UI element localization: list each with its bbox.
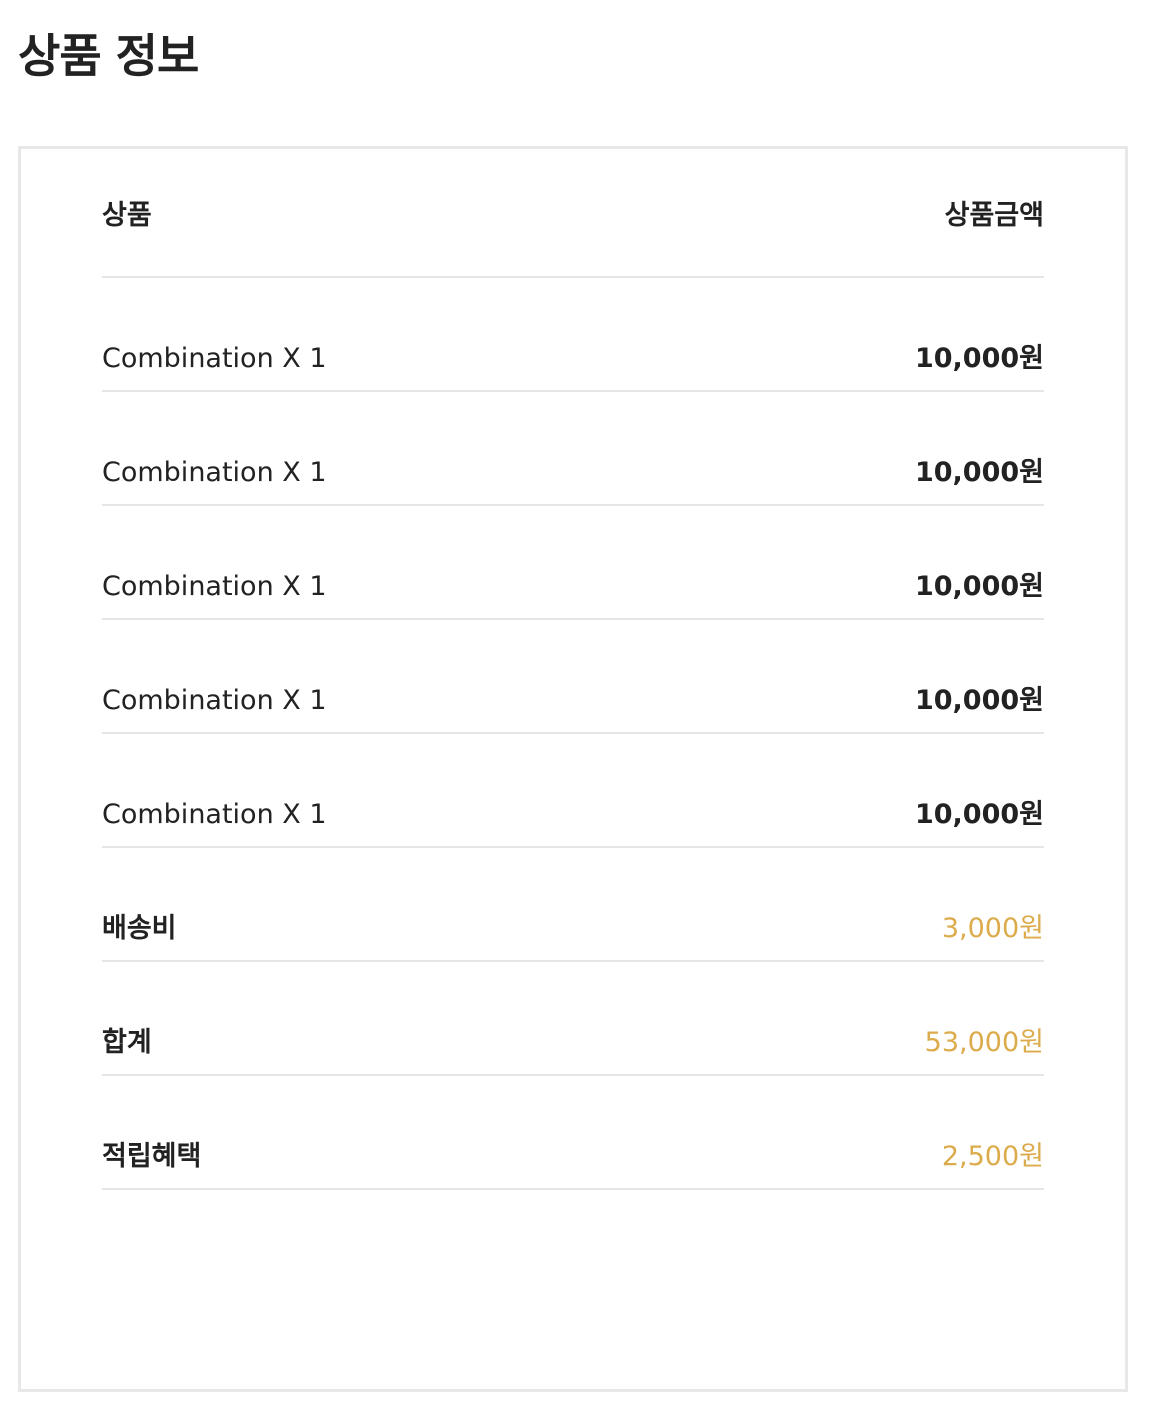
points-value: 2,500원 [941,1141,1044,1172]
item-price: 10,000원 [914,457,1044,488]
header-product: 상품 [102,200,152,231]
points-label: 적립혜택 [102,1141,202,1172]
shipping-label: 배송비 [102,913,177,944]
shipping-value: 3,000원 [941,913,1044,944]
item-name: Combination X 1 [102,685,327,716]
item-price: 10,000원 [914,571,1044,602]
item-name: Combination X 1 [102,571,327,602]
page-title: 상품 정보 [18,29,199,83]
shipping-row: 배송비 3,000원 [102,848,1044,962]
table-row: Combination X 1 10,000원 [102,506,1044,620]
item-name: Combination X 1 [102,343,327,374]
item-price: 10,000원 [914,799,1044,830]
product-info-panel: 상품 상품금액 Combination X 1 10,000원 Combinat… [18,146,1128,1392]
table-row: Combination X 1 10,000원 [102,278,1044,392]
item-name: Combination X 1 [102,799,327,830]
item-price: 10,000원 [914,343,1044,374]
table-row: Combination X 1 10,000원 [102,392,1044,506]
total-row: 합계 53,000원 [102,962,1044,1076]
points-row: 적립혜택 2,500원 [102,1076,1044,1190]
table-row: Combination X 1 10,000원 [102,734,1044,848]
total-label: 합계 [102,1027,152,1058]
total-value: 53,000원 [924,1027,1044,1058]
table-header: 상품 상품금액 [102,149,1044,278]
item-name: Combination X 1 [102,457,327,488]
product-table: 상품 상품금액 Combination X 1 10,000원 Combinat… [102,149,1044,1190]
table-row: Combination X 1 10,000원 [102,620,1044,734]
item-price: 10,000원 [914,685,1044,716]
header-amount: 상품금액 [944,200,1044,231]
